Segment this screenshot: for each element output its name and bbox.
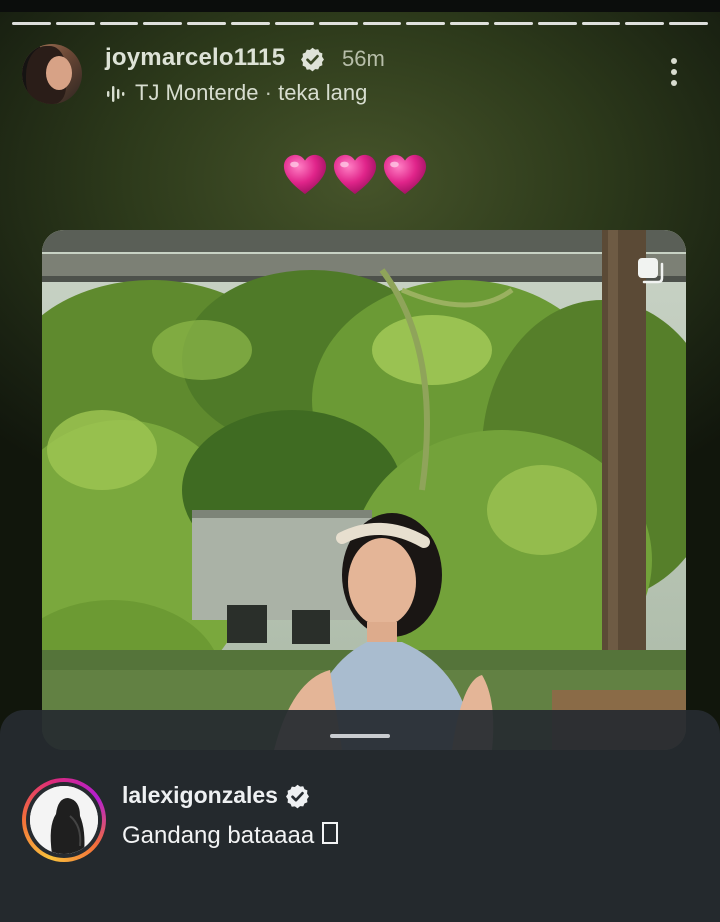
commenter-avatar[interactable] <box>22 778 106 862</box>
music-song: teka lang <box>278 80 368 105</box>
caption-emoji-row <box>282 152 428 198</box>
story-timestamp: 56m <box>342 46 385 71</box>
progress-segment <box>625 22 665 25</box>
progress-segment <box>12 22 51 25</box>
progress-segment <box>231 22 270 25</box>
story-author-avatar[interactable] <box>22 44 82 104</box>
carousel-icon <box>638 258 664 284</box>
progress-segment <box>318 22 358 25</box>
progress-segment <box>537 22 577 25</box>
avatar-silhouette <box>30 786 98 854</box>
story-screen: joymarcelo1115 56m TJ Monterde · teka la… <box>0 0 720 922</box>
pink-heart-icon <box>383 154 427 195</box>
progress-segment <box>581 22 621 25</box>
progress-segment <box>187 22 227 25</box>
progress-segment <box>143 22 183 25</box>
progress-segment <box>55 22 95 25</box>
garden-photo-illustration <box>42 230 686 750</box>
sheet-drag-handle[interactable] <box>330 734 390 738</box>
music-separator: · <box>264 80 272 105</box>
more-vertical-icon[interactable] <box>662 56 686 88</box>
comment-body: Gandang bataaaa <box>122 822 315 849</box>
progress-segment <box>669 22 708 25</box>
audio-bars-icon <box>107 86 125 102</box>
comment-text: Gandang bataaaa <box>122 822 339 850</box>
verified-badge-icon <box>286 784 309 809</box>
story-progress-bar <box>12 22 708 25</box>
story-photo[interactable] <box>42 230 686 750</box>
progress-segment <box>406 22 446 25</box>
status-bar-area <box>0 0 720 12</box>
story-author-username[interactable]: joymarcelo1115 <box>105 44 285 72</box>
missing-glyph-box <box>322 822 339 844</box>
commenter-username[interactable]: lalexigonzales <box>122 782 278 809</box>
progress-segment <box>99 22 139 25</box>
progress-segment <box>493 22 533 25</box>
verified-badge-icon <box>301 47 324 72</box>
progress-segment <box>274 22 314 25</box>
progress-segment <box>450 22 489 25</box>
pink-heart-icon <box>283 154 327 195</box>
pink-heart-icon <box>333 154 377 195</box>
story-music-label[interactable]: TJ Monterde · teka lang <box>135 80 367 106</box>
music-artist: TJ Monterde <box>135 80 259 105</box>
reply-bottom-sheet[interactable]: lalexigonzales Gandang bataaaa <box>0 710 720 922</box>
progress-segment <box>362 22 402 25</box>
